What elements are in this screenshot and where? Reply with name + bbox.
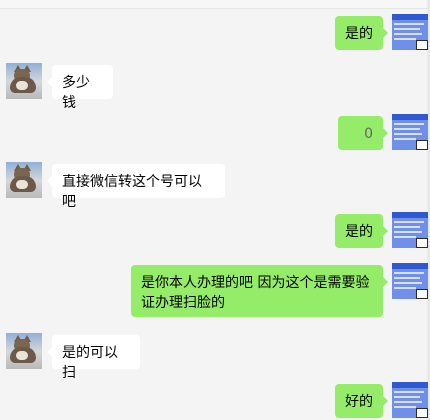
message-text: 0 bbox=[364, 126, 373, 142]
message-row-out: 是的 bbox=[0, 14, 430, 54]
message-bubble-in[interactable]: 是的可以扫 bbox=[47, 335, 140, 381]
message-bubble-out[interactable]: 是你本人办理的吧 因为这个是需要验证办理扫脸的 bbox=[131, 265, 388, 317]
avatar-cat[interactable] bbox=[6, 63, 42, 99]
message-bubble-out[interactable]: 0 bbox=[338, 116, 388, 150]
message-bubble-out[interactable]: 好的 bbox=[335, 384, 388, 418]
message-bubble-in[interactable]: 多少钱 bbox=[47, 65, 113, 111]
message-row-out: 是的 bbox=[0, 212, 430, 252]
message-text: 是的 bbox=[345, 26, 373, 42]
avatar-cat[interactable] bbox=[6, 162, 42, 198]
message-row-in: 是的可以扫 bbox=[0, 333, 430, 381]
message-text: 是的可以扫 bbox=[62, 345, 118, 381]
message-bubble-out[interactable]: 是的 bbox=[335, 16, 388, 50]
message-text: 是你本人办理的吧 因为这个是需要验证办理扫脸的 bbox=[141, 275, 370, 311]
message-text: 直接微信转这个号可以吧 bbox=[62, 174, 202, 210]
message-bubble-out[interactable]: 是的 bbox=[335, 214, 388, 248]
message-row-in: 多少钱 bbox=[0, 63, 430, 111]
message-row-out: 0 bbox=[0, 114, 430, 154]
message-row-out: 是你本人办理的吧 因为这个是需要验证办理扫脸的 bbox=[0, 263, 430, 323]
avatar-blue-screenshot[interactable] bbox=[392, 263, 428, 299]
message-text: 多少钱 bbox=[62, 75, 90, 111]
message-text: 好的 bbox=[345, 394, 373, 410]
avatar-cat[interactable] bbox=[6, 333, 42, 369]
avatar-blue-screenshot[interactable] bbox=[392, 382, 428, 418]
message-row-in: 直接微信转这个号可以吧 bbox=[0, 162, 430, 210]
avatar-blue-screenshot[interactable] bbox=[392, 212, 428, 248]
avatar-blue-screenshot[interactable] bbox=[392, 114, 428, 150]
message-bubble-in[interactable]: 直接微信转这个号可以吧 bbox=[47, 164, 225, 210]
message-row-out: 好的 bbox=[0, 382, 430, 420]
top-divider bbox=[0, 0, 430, 9]
message-text: 是的 bbox=[345, 224, 373, 240]
avatar-blue-screenshot[interactable] bbox=[392, 14, 428, 50]
